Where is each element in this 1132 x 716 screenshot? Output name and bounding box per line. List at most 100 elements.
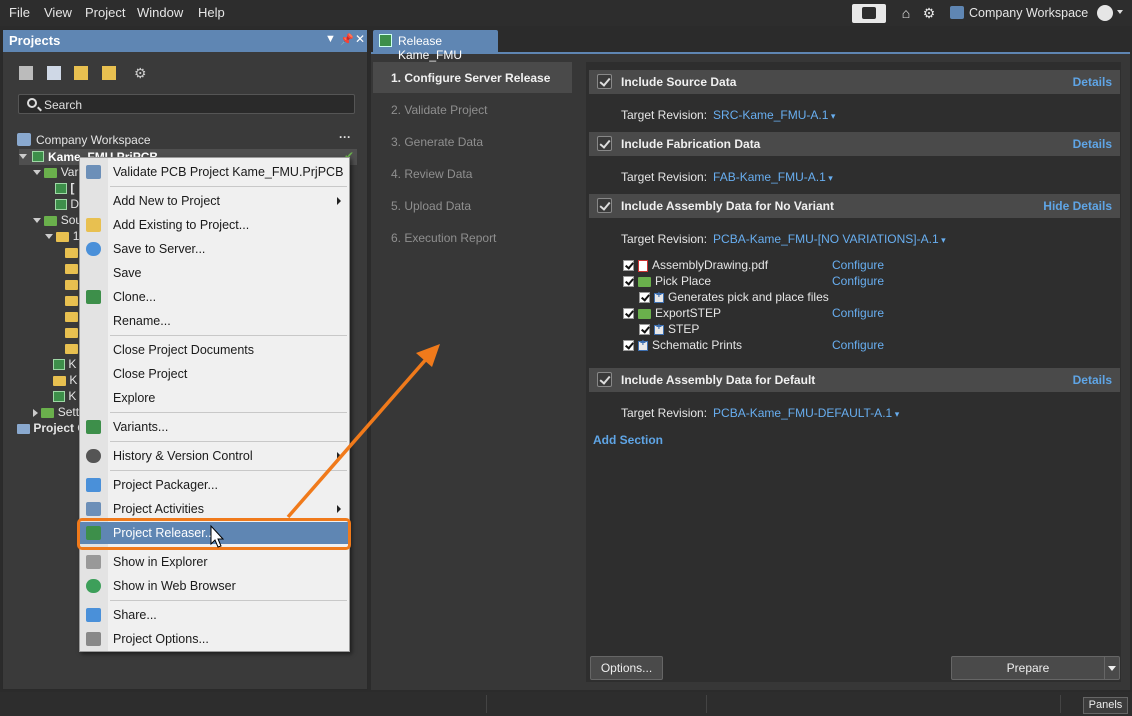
menu-item-validate[interactable]: Validate PCB Project Kame_FMU.PrjPCB [80, 161, 349, 183]
assembly-item[interactable]: ExportSTEP [623, 306, 721, 320]
prepare-dropdown-button[interactable] [1104, 656, 1120, 680]
tree-item[interactable]: D [55, 197, 79, 213]
details-link[interactable]: Details [1073, 137, 1112, 151]
menu-item-packager[interactable]: Project Packager... [80, 474, 349, 496]
details-link[interactable]: Details [1073, 75, 1112, 89]
expand-icon[interactable] [19, 154, 27, 159]
section-checkbox[interactable] [597, 372, 612, 387]
tree-item[interactable]: Sett [33, 405, 79, 421]
assembly-item[interactable]: AssemblyDrawing.pdf [623, 258, 768, 272]
menu-window[interactable]: Window [137, 5, 183, 20]
tree-item[interactable]: K [53, 373, 77, 389]
tree-item[interactable] [65, 277, 78, 293]
chevron-down-icon[interactable]: ▾ [939, 235, 946, 245]
menu-item-options[interactable]: Project Options... [80, 628, 349, 650]
menu-help[interactable]: Help [198, 5, 225, 20]
step-report[interactable]: 6. Execution Report [373, 222, 572, 253]
configure-link[interactable]: Configure [832, 338, 884, 352]
menu-item-add-new[interactable]: Add New to Project [80, 190, 349, 212]
step-upload[interactable]: 5. Upload Data [373, 190, 572, 221]
menu-item-show-browser[interactable]: Show in Web Browser [80, 575, 349, 597]
item-checkbox[interactable] [639, 292, 650, 304]
assembly-item[interactable]: Pick Place [623, 274, 711, 288]
item-checkbox[interactable] [623, 308, 634, 320]
step-review[interactable]: 4. Review Data [373, 158, 572, 189]
options-button[interactable]: Options... [590, 656, 663, 680]
menu-item-clone[interactable]: Clone... [80, 286, 349, 308]
menu-item-explore[interactable]: Explore [80, 387, 349, 409]
item-checkbox[interactable] [623, 340, 634, 352]
tree-item[interactable]: Project C [17, 421, 86, 437]
tree-item[interactable] [65, 341, 78, 357]
chevron-down-icon[interactable] [1117, 10, 1123, 14]
tree-item[interactable]: K [53, 357, 76, 373]
section-checkbox[interactable] [597, 198, 612, 213]
menu-item-history[interactable]: History & Version Control [80, 445, 349, 467]
step-configure[interactable]: 1. Configure Server Release [373, 62, 572, 93]
configure-link[interactable]: Configure [832, 258, 884, 272]
search-input[interactable]: Search [18, 94, 355, 114]
revision-dropdown[interactable]: PCBA-Kame_FMU-[NO VARIATIONS]-A.1 [713, 232, 939, 246]
menu-item-add-existing[interactable]: Add Existing to Project... [80, 214, 349, 236]
tree-item[interactable] [65, 325, 78, 341]
menu-file[interactable]: File [9, 5, 30, 20]
tree-item[interactable] [65, 261, 78, 277]
notifications-button[interactable] [852, 4, 886, 23]
menu-project[interactable]: Project [85, 5, 125, 20]
menu-item-close-docs[interactable]: Close Project Documents [80, 339, 349, 361]
item-checkbox[interactable] [623, 260, 634, 272]
step-validate[interactable]: 2. Validate Project [373, 94, 572, 125]
save-all-icon[interactable] [47, 66, 61, 80]
step-generate[interactable]: 3. Generate Data [373, 126, 572, 157]
section-checkbox[interactable] [597, 136, 612, 151]
tree-item[interactable] [65, 309, 78, 325]
menu-item-close-project[interactable]: Close Project [80, 363, 349, 385]
configure-link[interactable]: Configure [832, 274, 884, 288]
more-icon[interactable]: ··· [339, 130, 351, 144]
panel-menu-icon[interactable]: ▼ [325, 33, 336, 45]
folder-refresh-icon[interactable] [102, 66, 116, 80]
item-checkbox[interactable] [639, 324, 650, 336]
tree-item[interactable]: [ [55, 181, 74, 197]
tree-item[interactable] [65, 293, 78, 309]
revision-dropdown[interactable]: FAB-Kame_FMU-A.1 [713, 170, 826, 184]
menu-item-save-to-server[interactable]: Save to Server... [80, 238, 349, 260]
add-section-link[interactable]: Add Section [593, 433, 663, 447]
tree-item[interactable]: Sou [33, 213, 82, 229]
assembly-item[interactable]: STEP [639, 322, 699, 336]
hide-details-link[interactable]: Hide Details [1043, 199, 1112, 213]
home-icon[interactable]: ⌂ [898, 5, 914, 21]
panels-button[interactable]: Panels [1083, 697, 1128, 714]
revision-dropdown[interactable]: SRC-Kame_FMU-A.1 [713, 108, 828, 122]
close-icon[interactable]: ✕ [355, 32, 365, 46]
user-avatar-icon[interactable] [1097, 5, 1113, 21]
menu-item-activities[interactable]: Project Activities [80, 498, 349, 520]
menu-item-show-explorer[interactable]: Show in Explorer [80, 551, 349, 573]
menu-item-rename[interactable]: Rename... [80, 310, 349, 332]
pin-icon[interactable]: 📌 [340, 33, 354, 46]
tree-item[interactable]: Vari [33, 165, 81, 181]
menu-item-variants[interactable]: Variants... [80, 416, 349, 438]
chevron-down-icon[interactable]: ▾ [892, 409, 900, 419]
details-link[interactable]: Details [1073, 373, 1112, 387]
item-checkbox[interactable] [623, 276, 634, 288]
menu-view[interactable]: View [44, 5, 72, 20]
configure-link[interactable]: Configure [832, 306, 884, 320]
assembly-item[interactable]: Generates pick and place files [639, 290, 829, 304]
tab-release[interactable]: Release Kame_FMU [373, 30, 498, 62]
section-checkbox[interactable] [597, 74, 612, 89]
prepare-button[interactable]: Prepare [951, 656, 1105, 680]
revision-dropdown[interactable]: PCBA-Kame_FMU-DEFAULT-A.1 [713, 406, 892, 420]
settings-icon[interactable]: ⚙ [134, 66, 148, 80]
workspace-label[interactable]: Company Workspace [969, 6, 1088, 20]
menu-item-share[interactable]: Share... [80, 604, 349, 626]
menu-item-save[interactable]: Save [80, 262, 349, 284]
open-folder-icon[interactable] [74, 66, 88, 80]
save-icon[interactable] [19, 66, 33, 80]
tree-item[interactable]: K [53, 389, 76, 405]
gear-icon[interactable]: ⚙ [921, 5, 937, 21]
tree-item[interactable] [65, 245, 78, 261]
tree-item[interactable]: 1. [45, 229, 83, 245]
chevron-down-icon[interactable]: ▾ [826, 173, 833, 183]
assembly-item[interactable]: Schematic Prints [623, 338, 742, 352]
